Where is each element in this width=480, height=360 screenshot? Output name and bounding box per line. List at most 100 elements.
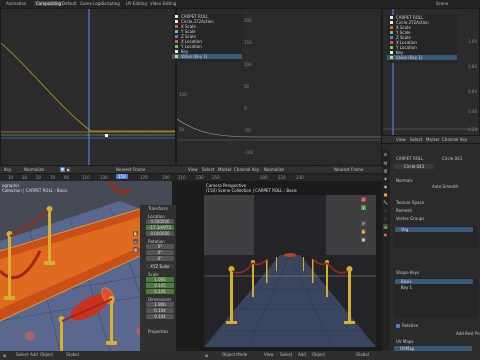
menu-marker[interactable]: Marker [426,137,440,142]
mesh-datablock-field[interactable]: Circle.043 [394,164,434,169]
transform-orientation-dropdown[interactable]: Global [356,352,369,357]
object-icon[interactable]: ■ [383,192,388,197]
shape-key-basis[interactable]: Basis [395,279,473,284]
frame-tick: 70 [50,175,56,180]
play-icon[interactable]: ▶ [66,167,71,172]
transform-orientation-dropdown[interactable]: Global [66,352,79,357]
menu-add[interactable]: Add [298,352,306,357]
world-icon[interactable]: ◉ [383,184,388,189]
auto-smooth-checkbox[interactable]: Auto Smooth [432,184,458,189]
mode-dropdown[interactable]: Object Mode [222,352,247,357]
nearest-frame-dropdown[interactable]: Nearest Frame [116,167,145,172]
menu-select[interactable]: Select [410,137,422,142]
dimension-z-field[interactable]: 0.104 [146,314,174,319]
section-remesh[interactable]: Remesh [396,208,412,213]
menu-key[interactable]: Key [4,167,11,172]
location-x-field[interactable]: 4.000000 [146,219,174,224]
y-axis-icon[interactable]: y [361,205,366,210]
relative-checkbox[interactable] [396,324,400,328]
y-tick-label: 0.80 [468,64,477,69]
y-tick-label: 1.00 [468,39,477,44]
rotation-x-field[interactable]: 0° [146,244,174,249]
viewport-camera[interactable]: Camera Perspective (150) Scene Collectio… [200,181,382,351]
properties-label[interactable]: Properties [148,329,168,334]
material-icon[interactable]: ● [383,232,388,237]
menu-channel[interactable]: Channel [442,137,458,142]
current-frame-indicator[interactable]: 150 [116,174,128,179]
filter-icon[interactable]: ▼ [60,167,65,172]
graph-editor-left[interactable] [0,8,176,166]
workspace-tab-default[interactable]: Default [62,1,77,6]
nearest-frame-dropdown-right[interactable]: Nearest Frame [334,167,363,172]
scene-selector[interactable]: Scene [436,1,448,6]
zoom-icon[interactable]: + [361,221,366,226]
section-shape-keys[interactable]: Shape Keys [396,270,419,275]
menu-select[interactable]: Select [202,167,214,172]
location-z-field[interactable]: 0.000000 [146,231,174,236]
frame-ruler[interactable]: 10 30 50 70 90 110 130 170 150 190 210 2… [0,174,382,181]
modifier-icon[interactable]: 🔧 [383,200,388,205]
shape-key-1[interactable]: Key 1 [395,285,473,290]
mesh-name[interactable]: Circle.043 [442,156,462,161]
camera-view-icon[interactable]: ▣ [361,237,366,242]
object-name[interactable]: CARPET ROLL [396,156,423,161]
rotation-y-field[interactable]: 0° [146,250,174,255]
output-icon[interactable]: ▥ [383,168,388,173]
rotation-z-field[interactable]: 0° [146,256,174,261]
channel-color-swatch [390,26,393,29]
dimension-y-field[interactable]: 0.104 [146,308,174,313]
menu-marker[interactable]: Marker [218,167,232,172]
hand-icon[interactable]: ✋ [361,229,366,234]
workspace-tab-video-editing[interactable]: Video Editing [150,1,176,6]
menu-key-right[interactable]: Key [252,167,259,172]
tool-icon[interactable]: ⚙ [383,152,388,157]
channel-color-swatch [175,15,178,18]
scene-icon[interactable]: ◈ [383,176,388,181]
location-y-field[interactable]: -17.1m973 [146,225,174,230]
vertex-group-item[interactable]: Veg [395,227,473,232]
menu-select[interactable]: Select [280,352,292,357]
workspace-tab-game-logic[interactable]: Game Logic [80,1,104,6]
menu-view[interactable]: View [396,137,406,142]
graph-editor-right[interactable]: CARPET ROLL Circle.372Action X Scale Y S… [382,8,480,136]
channel-color-swatch [175,35,178,38]
dimension-x-field[interactable]: 1.900 [146,302,174,307]
bottom-header-left: ⊞ Select Add Object Global [0,351,200,360]
section-uv-maps[interactable]: UV Maps [396,339,413,344]
camera-icon[interactable]: ⌂ [133,239,138,244]
transform-panel: Transform Location 4.000000 -17.1m973 0.… [140,205,176,351]
add-rest-position-checkbox[interactable]: Add Rest Po [456,331,480,336]
grid-icon[interactable]: ▦ [133,247,138,252]
menu-select[interactable]: Select [16,352,28,357]
menu-normalize-right[interactable]: Normalize [264,167,284,172]
menu-view[interactable]: View [264,352,274,357]
menu-channel[interactable]: Channel [234,167,250,172]
scale-y-field[interactable]: 0.145 [146,283,174,288]
section-texture-space[interactable]: Texture Space [396,200,424,205]
menu-view[interactable]: View [188,167,198,172]
workspace-tab-compositing[interactable]: Compositing [34,1,64,6]
menu-normalize[interactable]: Normalize [24,167,44,172]
workspace-tab-scripting[interactable]: Scripting [102,1,120,6]
x-axis-icon[interactable]: x [361,197,366,202]
menu-object[interactable]: Object [312,352,325,357]
channel-row-selected[interactable]: Value (Key 1) [172,54,242,59]
hand-pan-icon[interactable]: ✋ [133,231,138,236]
menu-add[interactable]: Add [30,352,38,357]
section-normals[interactable]: Normals [396,178,413,183]
scale-z-field[interactable]: 0.145 [146,289,174,294]
section-vertex-groups[interactable]: Vertex Groups [396,216,424,221]
mesh-data-icon[interactable]: ▲ [383,224,388,229]
particles-icon[interactable]: ⁘ [383,208,388,213]
workspace-tab-uv-editing[interactable]: UV Editing [126,1,147,6]
menu-key[interactable]: Key [460,137,467,142]
editor-type-icon[interactable]: ⊞ [204,353,209,358]
workspace-tab-animation[interactable]: Animation [6,1,26,6]
render-icon[interactable]: ▤ [383,160,388,165]
physics-icon[interactable]: ◌ [383,216,388,221]
rotation-mode-dropdown[interactable]: XYZ Euler [146,264,174,269]
scale-x-field[interactable]: 1.000 [146,277,174,282]
menu-object[interactable]: Object [40,352,53,357]
channel-row-selected[interactable]: Value (Key 1) [387,55,457,60]
editor-type-icon[interactable]: ⊞ [2,353,7,358]
